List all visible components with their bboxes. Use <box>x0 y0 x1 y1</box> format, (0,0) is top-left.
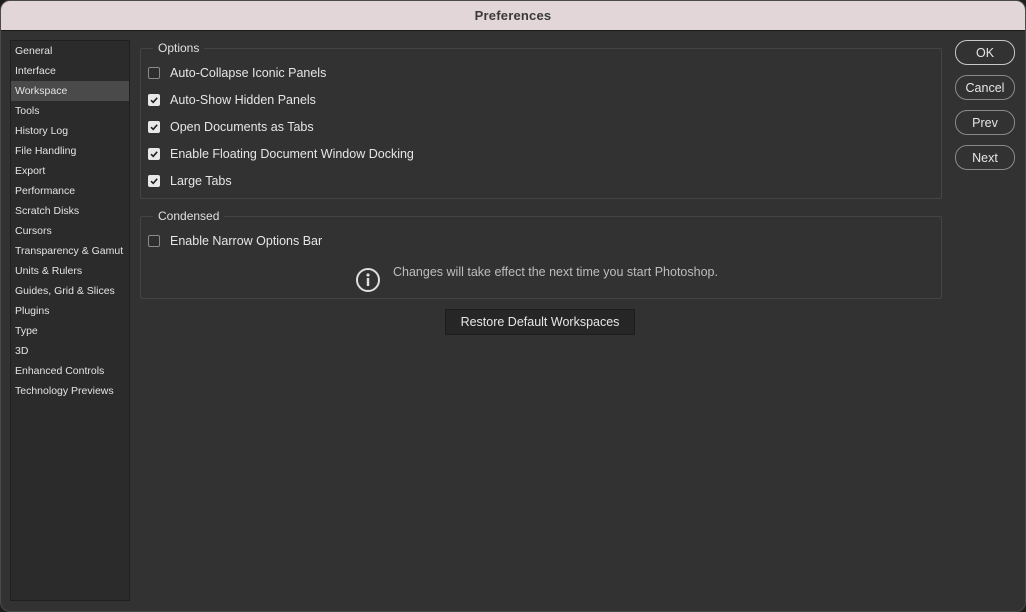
restart-notice-text: Changes will take effect the next time y… <box>393 265 718 279</box>
checkmark-icon <box>150 97 158 104</box>
checkbox-label: Open Documents as Tabs <box>170 120 314 134</box>
sidebar-item-workspace[interactable]: Workspace <box>11 81 129 101</box>
checkmark-icon <box>150 178 158 185</box>
sidebar-item-transparency-gamut[interactable]: Transparency & Gamut <box>11 241 129 261</box>
sidebar-item-units-rulers[interactable]: Units & Rulers <box>11 261 129 281</box>
checkbox-checked[interactable] <box>148 175 160 187</box>
option-auto-show-hidden-panels[interactable]: Auto-Show Hidden Panels <box>148 92 316 108</box>
sidebar-item-plugins[interactable]: Plugins <box>11 301 129 321</box>
sidebar-item-history-log[interactable]: History Log <box>11 121 129 141</box>
sidebar-item-tools[interactable]: Tools <box>11 101 129 121</box>
sidebar-item-interface[interactable]: Interface <box>11 61 129 81</box>
checkbox-checked[interactable] <box>148 148 160 160</box>
sidebar-item-export[interactable]: Export <box>11 161 129 181</box>
preferences-sidebar: General Interface Workspace Tools Histor… <box>10 40 130 601</box>
checkbox-checked[interactable] <box>148 121 160 133</box>
options-group: Options Auto-Collapse Iconic Panels Auto… <box>140 40 942 199</box>
option-open-documents-as-tabs[interactable]: Open Documents as Tabs <box>148 119 314 135</box>
restore-default-workspaces-button[interactable]: Restore Default Workspaces <box>445 309 635 335</box>
cancel-button[interactable]: Cancel <box>955 75 1015 100</box>
window-title: Preferences <box>474 8 552 23</box>
checkbox-label: Enable Floating Document Window Docking <box>170 147 414 161</box>
checkbox-label: Auto-Show Hidden Panels <box>170 93 316 107</box>
option-floating-window-docking[interactable]: Enable Floating Document Window Docking <box>148 146 414 162</box>
checkbox-label: Large Tabs <box>170 174 232 188</box>
checkbox-label: Enable Narrow Options Bar <box>170 234 323 248</box>
option-auto-collapse-iconic-panels[interactable]: Auto-Collapse Iconic Panels <box>148 65 326 81</box>
preferences-dialog: Preferences General Interface Workspace … <box>0 0 1026 612</box>
sidebar-item-performance[interactable]: Performance <box>11 181 129 201</box>
next-button[interactable]: Next <box>955 145 1015 170</box>
sidebar-item-general[interactable]: General <box>11 41 129 61</box>
checkbox-unchecked[interactable] <box>148 67 160 79</box>
option-enable-narrow-options-bar[interactable]: Enable Narrow Options Bar <box>148 233 322 249</box>
sidebar-item-enhanced-controls[interactable]: Enhanced Controls <box>11 361 129 381</box>
sidebar-item-guides-grid-slices[interactable]: Guides, Grid & Slices <box>11 281 129 301</box>
prev-button[interactable]: Prev <box>955 110 1015 135</box>
info-circle-icon <box>356 268 380 292</box>
sidebar-item-3d[interactable]: 3D <box>11 341 129 361</box>
sidebar-item-cursors[interactable]: Cursors <box>11 221 129 241</box>
sidebar-item-technology-previews[interactable]: Technology Previews <box>11 381 129 401</box>
sidebar-item-type[interactable]: Type <box>11 321 129 341</box>
options-legend: Options <box>153 40 205 56</box>
checkbox-checked[interactable] <box>148 94 160 106</box>
condensed-legend: Condensed <box>153 208 225 224</box>
condensed-group: Condensed Enable Narrow Options Bar Chan… <box>140 208 942 299</box>
checkmark-icon <box>150 151 158 158</box>
ok-button[interactable]: OK <box>955 40 1015 65</box>
option-large-tabs[interactable]: Large Tabs <box>148 173 232 189</box>
sidebar-item-file-handling[interactable]: File Handling <box>11 141 129 161</box>
restart-notice: Changes will take effect the next time y… <box>355 261 718 293</box>
sidebar-item-scratch-disks[interactable]: Scratch Disks <box>11 201 129 221</box>
checkbox-unchecked[interactable] <box>148 235 160 247</box>
checkmark-icon <box>150 124 158 131</box>
checkbox-label: Auto-Collapse Iconic Panels <box>170 66 327 80</box>
title-bar: Preferences <box>1 1 1025 31</box>
